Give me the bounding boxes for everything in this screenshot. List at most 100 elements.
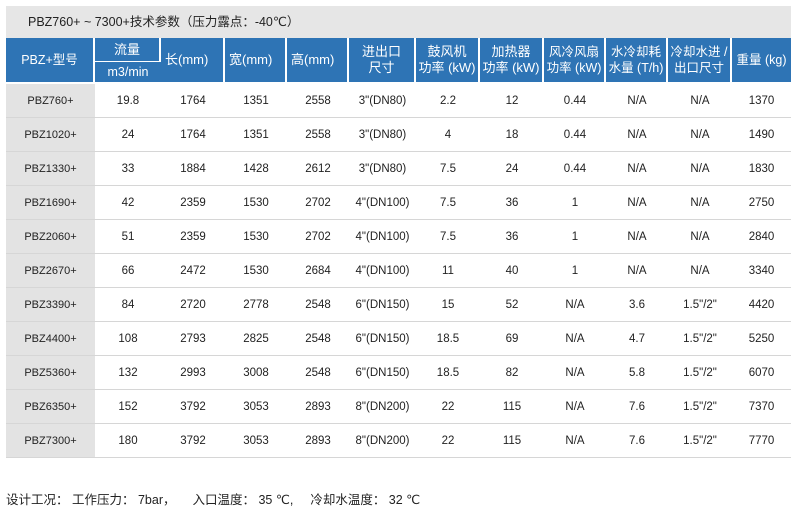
cell-water-consumption: 7.6	[606, 424, 668, 458]
cell-heater-power: 36	[480, 186, 544, 220]
cell-port-size: 3"(DN80)	[349, 152, 416, 186]
cell-weight: 3340	[732, 254, 791, 288]
header-port-line2: 尺寸	[368, 60, 395, 75]
cell-width: 1428	[225, 152, 287, 186]
cell-weight: 6070	[732, 356, 791, 390]
cell-length: 2472	[161, 254, 225, 288]
cell-blower-power: 15	[416, 288, 480, 322]
cell-fan-power: N/A	[544, 356, 606, 390]
cell-port-size: 6"(DN150)	[349, 356, 416, 390]
inlet-temperature: 入口温度： 35 ℃,	[192, 493, 294, 507]
header-cw-line2: 出口尺寸	[673, 61, 724, 75]
cell-blower-power: 18.5	[416, 356, 480, 390]
cell-cooling-water-port: N/A	[668, 84, 732, 118]
table-row: PBZ1690+ 42 2359 1530 2702 4"(DN100) 7.5 36 1 N/A…	[6, 186, 791, 220]
cell-flow: 180	[95, 424, 161, 458]
cell-width: 1351	[225, 84, 287, 118]
cell-port-size: 3"(DN80)	[349, 118, 416, 152]
header-water-consumption: 水冷却耗 水量 (T/h)	[606, 38, 668, 84]
cell-fan-power: 1	[544, 186, 606, 220]
cell-port-size: 8"(DN200)	[349, 424, 416, 458]
cell-water-consumption: 3.6	[606, 288, 668, 322]
cell-port-size: 4"(DN100)	[349, 254, 416, 288]
cell-length: 2993	[161, 356, 225, 390]
cell-heater-power: 18	[480, 118, 544, 152]
header-blower-line1: 鼓风机	[427, 44, 467, 59]
cell-weight: 1370	[732, 84, 791, 118]
header-cooling-water-port: 冷却水进 / 出口尺寸	[668, 38, 732, 84]
cell-model: PBZ1330+	[6, 152, 95, 186]
cell-length: 3792	[161, 424, 225, 458]
cell-water-consumption: N/A	[606, 118, 668, 152]
cell-heater-power: 40	[480, 254, 544, 288]
cell-port-size: 4"(DN100)	[349, 186, 416, 220]
cell-height: 2548	[287, 288, 349, 322]
cell-heater-power: 52	[480, 288, 544, 322]
table-row: PBZ1330+ 33 1884 1428 2612 3"(DN80) 7.5 24 0.44 N…	[6, 152, 791, 186]
cell-water-consumption: 4.7	[606, 322, 668, 356]
cell-water-consumption: N/A	[606, 254, 668, 288]
cell-fan-power: 1	[544, 220, 606, 254]
cell-cooling-water-port: 1.5"/2"	[668, 322, 732, 356]
cell-height: 2893	[287, 390, 349, 424]
header-water-line1: 水冷却耗	[610, 45, 661, 59]
cell-blower-power: 11	[416, 254, 480, 288]
header-port-line1: 进出口	[361, 44, 401, 59]
cell-height: 2558	[287, 118, 349, 152]
cell-blower-power: 2.2	[416, 84, 480, 118]
cell-water-consumption: 5.8	[606, 356, 668, 390]
cell-cooling-water-port: N/A	[668, 186, 732, 220]
cell-width: 1351	[225, 118, 287, 152]
cell-flow: 19.8	[95, 84, 161, 118]
cell-model: PBZ5360+	[6, 356, 95, 390]
cell-weight: 4420	[732, 288, 791, 322]
cell-fan-power: N/A	[544, 390, 606, 424]
cell-length: 2793	[161, 322, 225, 356]
cell-fan-power: 0.44	[544, 152, 606, 186]
header-cw-line1: 冷却水进 /	[670, 45, 728, 59]
cell-flow: 51	[95, 220, 161, 254]
cell-model: PBZ2060+	[6, 220, 95, 254]
cell-fan-power: N/A	[544, 288, 606, 322]
cell-width: 3053	[225, 390, 287, 424]
cell-heater-power: 115	[480, 424, 544, 458]
cell-water-consumption: N/A	[606, 152, 668, 186]
cell-model: PBZ4400+	[6, 322, 95, 356]
header-fan-power: 风冷风扇 功率 (kW)	[544, 38, 606, 84]
cell-flow: 24	[95, 118, 161, 152]
table-row: PBZ2060+ 51 2359 1530 2702 4"(DN100) 7.5 36 1 N/A…	[6, 220, 791, 254]
cell-length: 1764	[161, 84, 225, 118]
cell-model: PBZ7300+	[6, 424, 95, 458]
header-flow-unit: m3/min	[95, 62, 161, 84]
cell-height: 2702	[287, 186, 349, 220]
header-fan-line1: 风冷风扇	[548, 45, 599, 59]
cell-weight: 2840	[732, 220, 791, 254]
design-conditions-label: 设计工况：	[6, 493, 69, 507]
cell-blower-power: 7.5	[416, 220, 480, 254]
cell-weight: 5250	[732, 322, 791, 356]
cell-width: 1530	[225, 254, 287, 288]
header-model: PBZ+型号	[6, 38, 95, 84]
cell-flow: 84	[95, 288, 161, 322]
cell-cooling-water-port: N/A	[668, 254, 732, 288]
cell-height: 2558	[287, 84, 349, 118]
cell-flow: 33	[95, 152, 161, 186]
cell-length: 1764	[161, 118, 225, 152]
table-row: PBZ2670+ 66 2472 1530 2684 4"(DN100) 11 40 1 N/A N…	[6, 254, 791, 288]
cell-blower-power: 4	[416, 118, 480, 152]
working-pressure: 工作压力： 7bar，	[72, 493, 176, 507]
cell-weight: 2750	[732, 186, 791, 220]
header-fan-line2: 功率 (kW)	[546, 61, 602, 75]
table-row: PBZ6350+ 152 3792 3053 2893 8"(DN200) 22 115 N/A…	[6, 390, 791, 424]
cell-heater-power: 82	[480, 356, 544, 390]
cell-cooling-water-port: N/A	[668, 152, 732, 186]
cell-heater-power: 24	[480, 152, 544, 186]
table-row: PBZ5360+ 132 2993 3008 2548 6"(DN150) 18.5 82 N/…	[6, 356, 791, 390]
cell-length: 2359	[161, 186, 225, 220]
cell-heater-power: 69	[480, 322, 544, 356]
table-title: PBZ760+ ~ 7300+技术参数（压力露点：-40℃）	[6, 6, 791, 38]
cell-weight: 1830	[732, 152, 791, 186]
cell-flow: 108	[95, 322, 161, 356]
cell-fan-power: N/A	[544, 424, 606, 458]
cell-model: PBZ6350+	[6, 390, 95, 424]
